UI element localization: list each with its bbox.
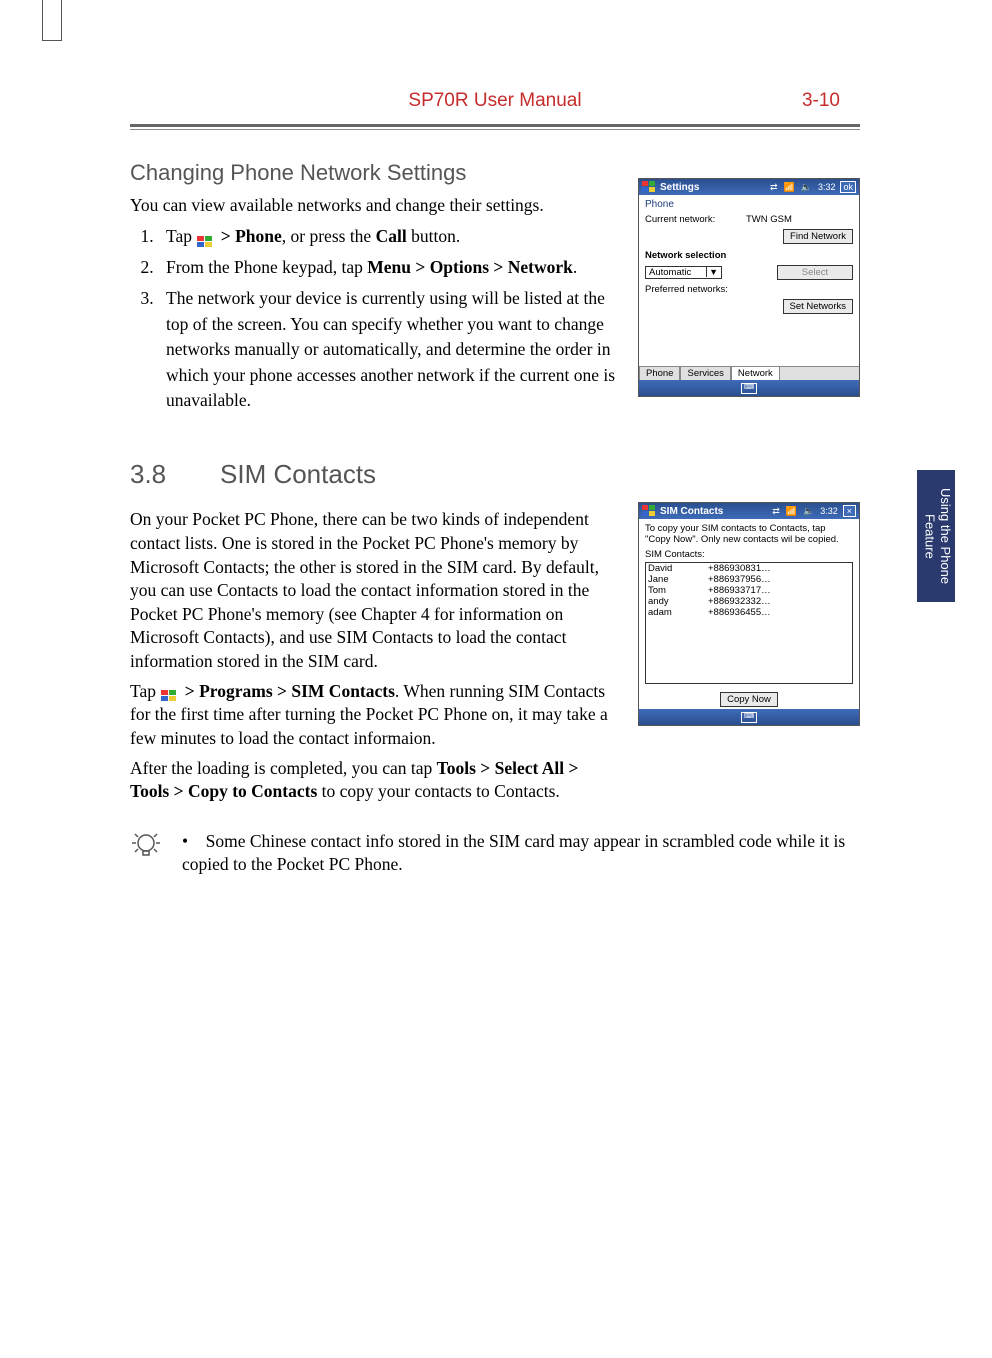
clock-readout: 3:32 — [820, 506, 838, 516]
current-network-label: Current network: — [645, 214, 740, 225]
settings-tabs: Phone Services Network — [639, 366, 859, 380]
clock-readout: 3:32 — [818, 182, 836, 192]
tab-services[interactable]: Services — [680, 366, 730, 380]
screenshot-sim-contacts: SIM Contacts ⇄ 📶 🔈 3:32 × To copy your S… — [638, 502, 860, 726]
tab-network[interactable]: Network — [731, 366, 780, 380]
sim-list-label: SIM Contacts: — [645, 549, 853, 560]
settings-subtitle[interactable]: Phone — [645, 199, 853, 210]
start-flag-icon — [196, 231, 214, 245]
speaker-icon[interactable]: 🔈 — [803, 506, 814, 517]
connectivity-icon[interactable]: ⇄ — [772, 506, 780, 517]
list-item: Tom+886933717… — [646, 585, 852, 596]
current-network-value: TWN GSM — [746, 214, 792, 225]
network-selection-label: Network selection — [645, 250, 726, 261]
list-item: andy+886932332… — [646, 596, 852, 607]
close-button[interactable]: × — [843, 505, 856, 517]
intro-paragraph: You can view available networks and chan… — [130, 194, 618, 218]
keyboard-icon[interactable]: ⌨ — [741, 383, 757, 394]
header-rule-thin — [130, 129, 860, 130]
ok-button[interactable]: ok — [840, 181, 856, 193]
chevron-down-icon: ▼ — [706, 267, 720, 277]
step-1: Tap > Phone, or press the Call button. — [158, 224, 618, 249]
list-item: adam+886936455… — [646, 607, 852, 618]
screenshot-settings: Settings ⇄ 📶 🔈 3:32 ok Phone Current net… — [638, 178, 860, 397]
start-flag-icon — [160, 686, 178, 700]
header-title: SP70R User Manual — [408, 90, 581, 111]
window-title: SIM Contacts — [660, 506, 723, 517]
page-edge-marker — [42, 0, 62, 41]
set-networks-button[interactable]: Set Networks — [783, 299, 854, 314]
start-flag-icon[interactable] — [642, 505, 656, 517]
window-title: Settings — [660, 182, 699, 193]
chapter-side-tab: Using the Phone Feature — [917, 470, 955, 602]
lightbulb-tip-icon — [130, 830, 162, 867]
dropdown-value: Automatic — [649, 267, 691, 278]
tip-bullet: • — [182, 831, 206, 851]
subsection-heading: Changing Phone Network Settings — [130, 160, 618, 186]
connectivity-icon[interactable]: ⇄ — [770, 182, 778, 193]
signal-icon[interactable]: 📶 — [784, 182, 795, 193]
speaker-icon[interactable]: 🔈 — [801, 182, 812, 193]
header-rule-thick — [130, 124, 860, 127]
section-heading: 3.8SIM Contacts — [130, 459, 860, 490]
signal-icon[interactable]: 📶 — [786, 506, 797, 517]
step-2: From the Phone keypad, tap Menu > Option… — [158, 255, 618, 280]
sim-contacts-list[interactable]: David+886930831… Jane+886937956… Tom+886… — [645, 562, 853, 684]
sim-instruction-text: To copy your SIM contacts to Contacts, t… — [645, 523, 853, 545]
preferred-networks-label: Preferred networks: — [645, 284, 740, 295]
select-button: Select — [777, 265, 853, 280]
sim-paragraph-2: Tap > Programs > SIM Contacts. When runn… — [130, 680, 618, 751]
page-number: 3-10 — [802, 90, 840, 112]
copy-now-button[interactable]: Copy Now — [720, 692, 778, 707]
sim-paragraph-3: After the loading is completed, you can … — [130, 757, 618, 804]
find-network-button[interactable]: Find Network — [783, 229, 853, 244]
network-selection-dropdown[interactable]: Automatic ▼ — [645, 266, 722, 279]
keyboard-icon[interactable]: ⌨ — [741, 712, 757, 723]
list-item: Jane+886937956… — [646, 574, 852, 585]
list-item: David+886930831… — [646, 563, 852, 574]
start-flag-icon[interactable] — [642, 181, 656, 193]
step-3: The network your device is currently usi… — [158, 286, 618, 413]
sim-paragraph-1: On your Pocket PC Phone, there can be tw… — [130, 508, 618, 673]
tab-phone[interactable]: Phone — [639, 366, 680, 380]
tip-text: Some Chinese contact info stored in the … — [182, 831, 845, 875]
